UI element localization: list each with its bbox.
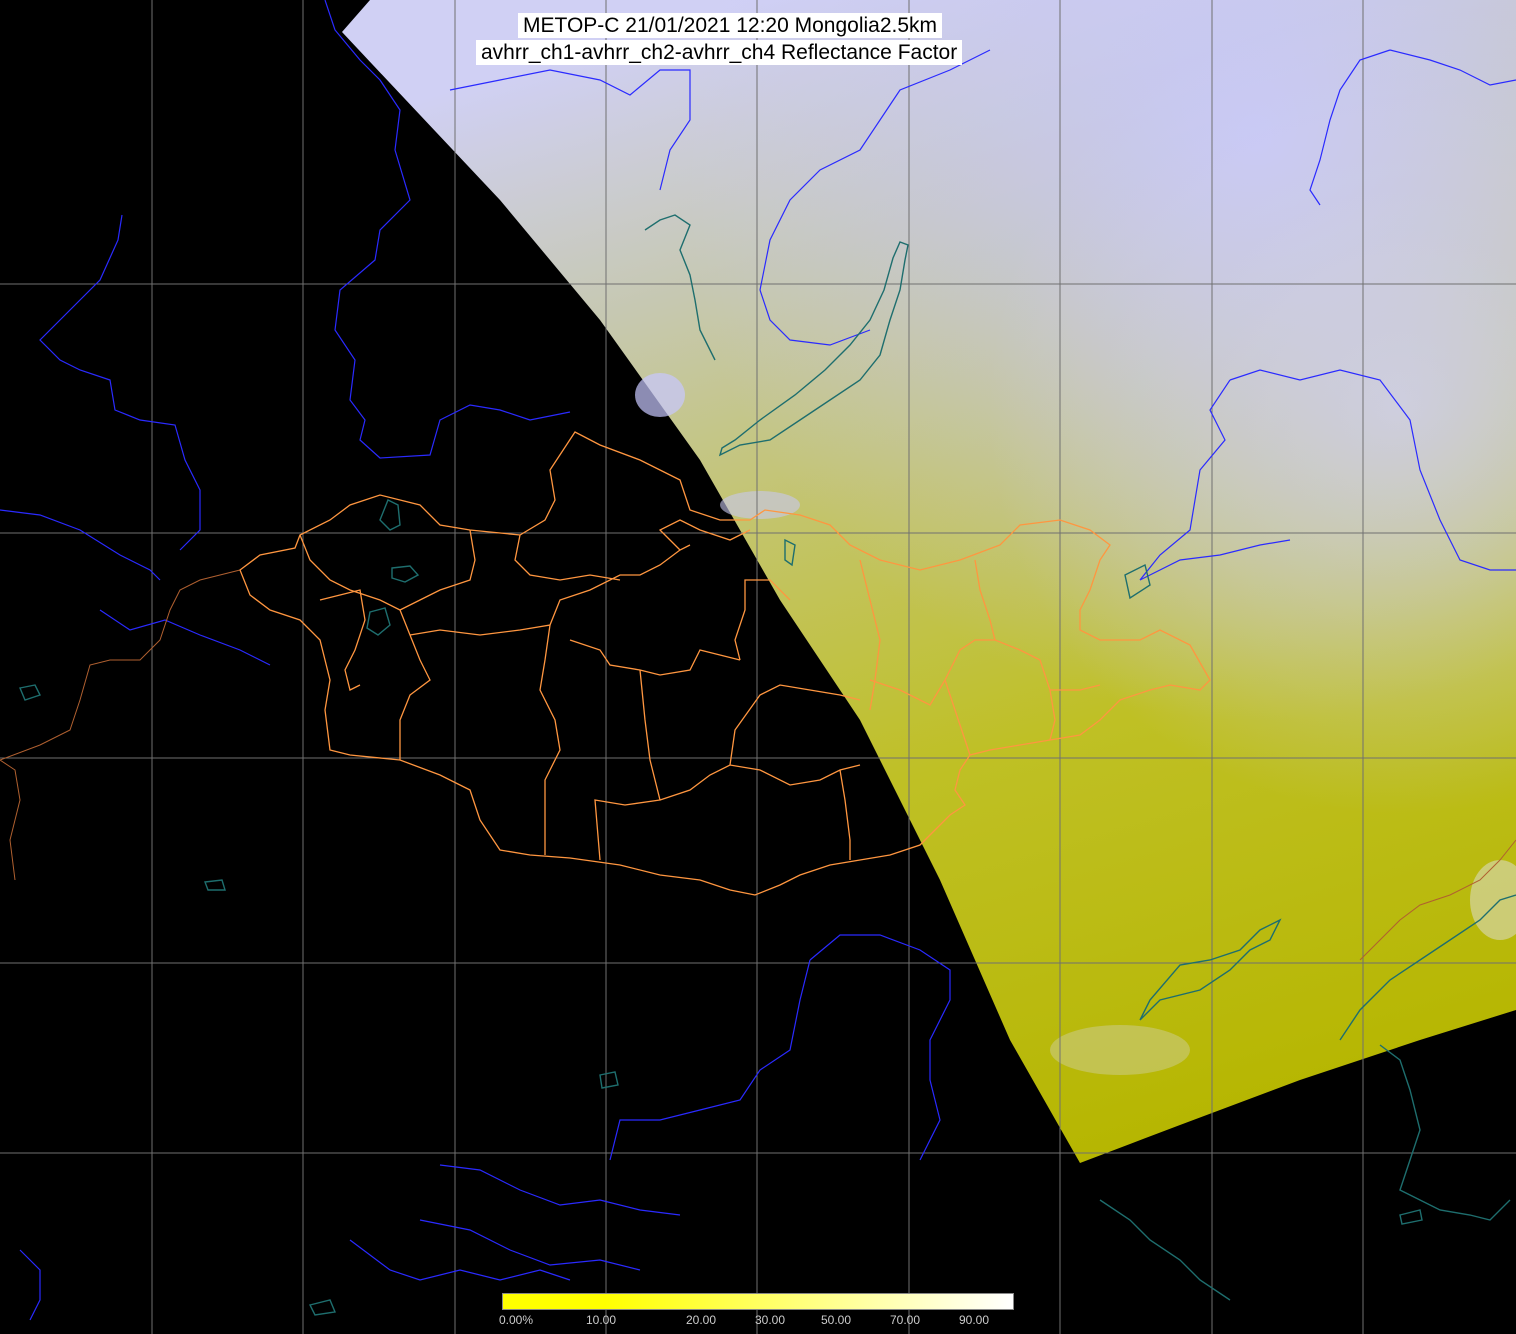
map-canvas bbox=[0, 0, 1516, 1334]
border bbox=[0, 569, 241, 761]
lake bbox=[19, 684, 41, 701]
province-border bbox=[659, 764, 861, 801]
lake bbox=[204, 879, 226, 891]
cloud-patch bbox=[1050, 1025, 1190, 1075]
korea-coast bbox=[1379, 1044, 1511, 1221]
river bbox=[419, 1219, 641, 1271]
colorbar-tick-label: 70.00 bbox=[890, 1313, 921, 1327]
colorbar-tick-label: 30.00 bbox=[755, 1313, 786, 1327]
river bbox=[439, 1164, 681, 1216]
river bbox=[39, 214, 201, 551]
province-border bbox=[409, 544, 691, 636]
cloud-patch bbox=[635, 373, 685, 417]
province-border bbox=[839, 769, 851, 860]
province-border bbox=[539, 624, 561, 855]
colorbar-tick-label: 90.00 bbox=[959, 1313, 990, 1327]
lake bbox=[599, 1071, 619, 1089]
river bbox=[19, 1249, 41, 1321]
river bbox=[809, 934, 951, 1161]
yellow-sea-coast bbox=[1099, 1199, 1231, 1301]
province-border bbox=[299, 534, 431, 760]
province-border bbox=[734, 579, 791, 661]
colorbar-legend bbox=[502, 1293, 1014, 1310]
border bbox=[0, 759, 21, 881]
cloud-cover-east bbox=[342, 0, 1516, 1163]
satellite-map-view: { "title": { "line1": "METOP-C 21/01/202… bbox=[0, 0, 1516, 1334]
province-border bbox=[399, 529, 476, 611]
province-border bbox=[658, 519, 751, 551]
cloud-patch bbox=[720, 491, 800, 519]
province-border bbox=[569, 639, 741, 676]
river bbox=[0, 509, 161, 581]
lake bbox=[1399, 1209, 1423, 1225]
colorbar-tick-label: 0.00% bbox=[499, 1313, 534, 1327]
province-border bbox=[594, 669, 661, 861]
lake bbox=[366, 607, 391, 636]
province-border bbox=[514, 534, 621, 581]
lake bbox=[308, 1299, 336, 1316]
province-border bbox=[729, 684, 861, 766]
colorbar-tick-label: 10.00 bbox=[586, 1313, 617, 1327]
colorbar-tick-label: 50.00 bbox=[821, 1313, 852, 1327]
river bbox=[609, 959, 811, 1161]
map-title-line-1: METOP-C 21/01/2021 12:20 Mongolia2.5km bbox=[518, 13, 943, 38]
map-title-line-2: avhrr_ch1-avhrr_ch2-avhrr_ch4 Reflectanc… bbox=[476, 40, 963, 65]
colorbar-tick-label: 20.00 bbox=[686, 1313, 717, 1327]
lake bbox=[391, 565, 420, 583]
river bbox=[99, 609, 271, 666]
province-border bbox=[319, 589, 366, 691]
lake bbox=[379, 499, 401, 531]
